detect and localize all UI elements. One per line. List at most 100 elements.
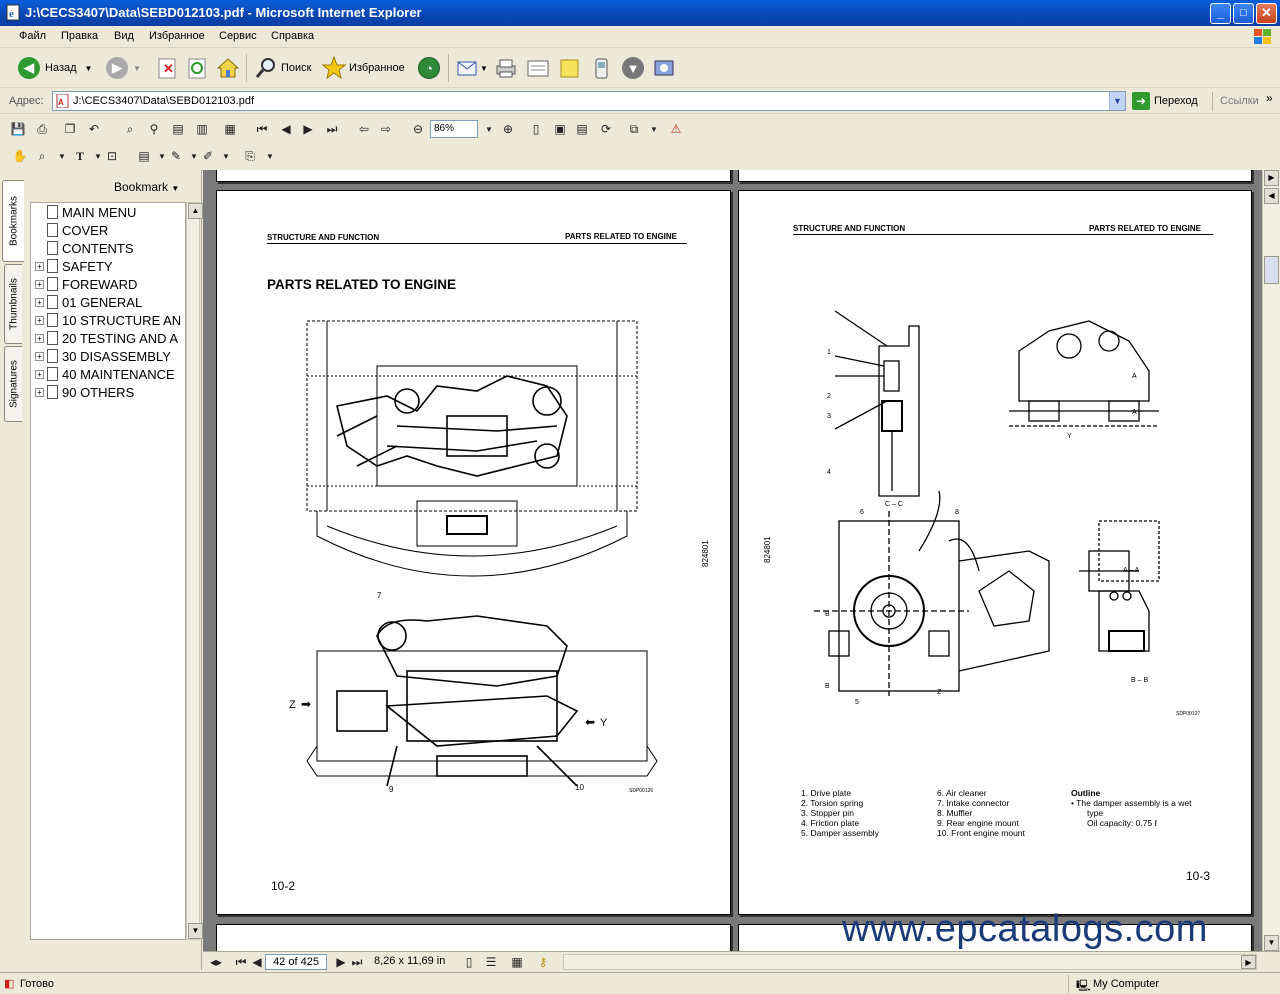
chevron-down-icon[interactable]: ▼: [262, 148, 278, 164]
expand-icon[interactable]: +: [35, 315, 44, 325]
next-page-icon[interactable]: ▶: [333, 954, 349, 970]
document-view[interactable]: STRUCTURE AND FUNCTION PARTS RELATED TO …: [203, 170, 1262, 951]
save-icon[interactable]: 💾: [10, 121, 26, 137]
media-button[interactable]: [652, 55, 676, 81]
bookmark-item[interactable]: +20 TESTING AND A: [31, 329, 185, 347]
menu-edit[interactable]: Правка: [61, 30, 98, 42]
bookmark-item[interactable]: +10 STRUCTURE AN: [31, 311, 185, 329]
go-button[interactable]: ➜ Переход: [1132, 92, 1198, 110]
expand-icon[interactable]: +: [35, 333, 44, 343]
scroll-up-button[interactable]: ▶: [1264, 170, 1279, 186]
prev-page-icon[interactable]: ◀: [278, 121, 294, 137]
prev-page-icon[interactable]: ◀: [249, 954, 265, 970]
expand-icon[interactable]: +: [35, 369, 44, 379]
chevron-down-icon[interactable]: ▼: [54, 148, 70, 164]
document-scrollbar[interactable]: ▶ ◀ ▼: [1262, 170, 1280, 951]
hand-tool-icon[interactable]: ✋: [12, 148, 28, 164]
print-icon[interactable]: ⎙: [34, 121, 50, 137]
single-page-icon[interactable]: ▯: [461, 954, 477, 970]
fit-page-icon[interactable]: ▣: [552, 121, 568, 137]
search-button[interactable]: Поиск: [254, 55, 311, 81]
bookmark-item[interactable]: +01 GENERAL: [31, 293, 185, 311]
links-label[interactable]: Ссылки: [1220, 95, 1259, 107]
acrobat-logo-icon[interactable]: ⚠: [668, 121, 684, 137]
forward-button[interactable]: ▶ ▼: [106, 55, 141, 81]
fit-width-icon[interactable]: ▤: [574, 121, 590, 137]
address-dropdown[interactable]: ▼: [1109, 92, 1125, 110]
bookmark-item[interactable]: +40 MAINTENANCE: [31, 365, 185, 383]
copy-icon[interactable]: ❐: [62, 121, 78, 137]
go-forward-icon[interactable]: ⇨: [378, 121, 394, 137]
discuss-button[interactable]: [558, 55, 582, 81]
history-button[interactable]: ◔: [418, 55, 440, 81]
continuous-icon[interactable]: ☰: [483, 954, 499, 970]
scroll-up-button[interactable]: ▲: [188, 203, 203, 219]
graphics-select-icon[interactable]: ⊡: [104, 148, 120, 164]
first-page-icon[interactable]: ⏮: [254, 121, 270, 137]
pencil-tool-icon[interactable]: ✎: [168, 148, 184, 164]
scroll-left-button[interactable]: ◀: [1264, 188, 1279, 204]
scroll-right-button[interactable]: ▶: [1241, 955, 1256, 969]
facing-icon[interactable]: ▦: [509, 954, 525, 970]
refresh-button[interactable]: [186, 55, 208, 81]
zoom-out-icon[interactable]: ⊖: [410, 121, 426, 137]
expand-icon[interactable]: +: [35, 297, 44, 307]
expand-icon[interactable]: +: [35, 387, 44, 397]
address-input[interactable]: A J:\CECS3407\Data\SEBD012103.pdf ▼: [52, 91, 1126, 111]
research-button[interactable]: ▼: [622, 55, 644, 81]
close-button[interactable]: ✕: [1256, 3, 1277, 24]
back-button[interactable]: ◀ Назад ▼: [18, 55, 92, 81]
menu-help[interactable]: Справка: [271, 30, 314, 42]
expand-icon[interactable]: +: [35, 351, 44, 361]
mail-button[interactable]: ▼: [456, 55, 488, 81]
expand-icon[interactable]: +: [35, 279, 44, 289]
maximize-button[interactable]: □: [1233, 3, 1254, 24]
tab-thumbnails[interactable]: Thumbnails: [4, 264, 22, 344]
actual-size-icon[interactable]: ▯: [528, 121, 544, 137]
find-icon[interactable]: ⌕: [122, 121, 138, 137]
bookmark-menu-button[interactable]: Bookmark ▼: [114, 180, 179, 194]
text-select-icon[interactable]: T: [72, 148, 88, 164]
bookmark-item[interactable]: + SAFETY: [31, 257, 185, 275]
search-doc-icon[interactable]: ⚲: [146, 121, 162, 137]
undo-icon[interactable]: ↶: [86, 121, 102, 137]
edit-button[interactable]: [526, 55, 550, 81]
zoom-tool-icon[interactable]: ⌕: [34, 148, 50, 164]
bookmark-item[interactable]: + FOREWARD: [31, 275, 185, 293]
favorites-button[interactable]: Избранное: [322, 55, 405, 81]
stop-button[interactable]: ✕: [156, 55, 178, 81]
messenger-button[interactable]: [590, 55, 614, 81]
stamp-tool-icon[interactable]: ⎘: [242, 148, 258, 164]
note-tool-icon[interactable]: ▤: [136, 148, 152, 164]
layout-icon[interactable]: ⧉: [626, 121, 642, 137]
menu-file[interactable]: Файл: [19, 30, 46, 42]
page-number-input[interactable]: 42 of 425: [265, 954, 327, 970]
bookmark-item[interactable]: +30 DISASSEMBLY: [31, 347, 185, 365]
zoom-dropdown-icon[interactable]: ▼: [481, 121, 497, 137]
bookmark-item[interactable]: MAIN MENU: [31, 203, 185, 221]
prev-view-icon[interactable]: ▤: [170, 121, 186, 137]
print-button[interactable]: [494, 55, 518, 81]
bookmark-item[interactable]: CONTENTS: [31, 239, 185, 257]
minimize-button[interactable]: _: [1210, 3, 1231, 24]
menu-view[interactable]: Вид: [114, 30, 134, 42]
rotate-icon[interactable]: ⟳: [598, 121, 614, 137]
split-icon[interactable]: ◂▸: [208, 954, 224, 970]
highlight-tool-icon[interactable]: ✐: [200, 148, 216, 164]
first-page-icon[interactable]: ⏮: [233, 954, 249, 970]
zoom-in-icon[interactable]: ⊕: [500, 121, 516, 137]
menu-tools[interactable]: Сервис: [219, 30, 257, 42]
horizontal-scrollbar[interactable]: ▶: [563, 954, 1257, 970]
chevron-down-icon[interactable]: ▼: [218, 148, 234, 164]
menu-favorites[interactable]: Избранное: [149, 30, 205, 42]
scroll-thumb[interactable]: [1264, 256, 1279, 284]
last-page-icon[interactable]: ⏭: [349, 954, 365, 970]
tab-signatures[interactable]: Signatures: [4, 346, 22, 422]
pages-icon[interactable]: ▦: [222, 121, 238, 137]
bookmark-scrollbar[interactable]: ▲ ▼: [186, 202, 203, 940]
next-view-icon[interactable]: ▥: [194, 121, 210, 137]
home-button[interactable]: [216, 55, 240, 81]
next-page-icon[interactable]: ▶: [300, 121, 316, 137]
tab-bookmarks[interactable]: Bookmarks: [2, 180, 24, 262]
go-back-icon[interactable]: ⇦: [356, 121, 372, 137]
